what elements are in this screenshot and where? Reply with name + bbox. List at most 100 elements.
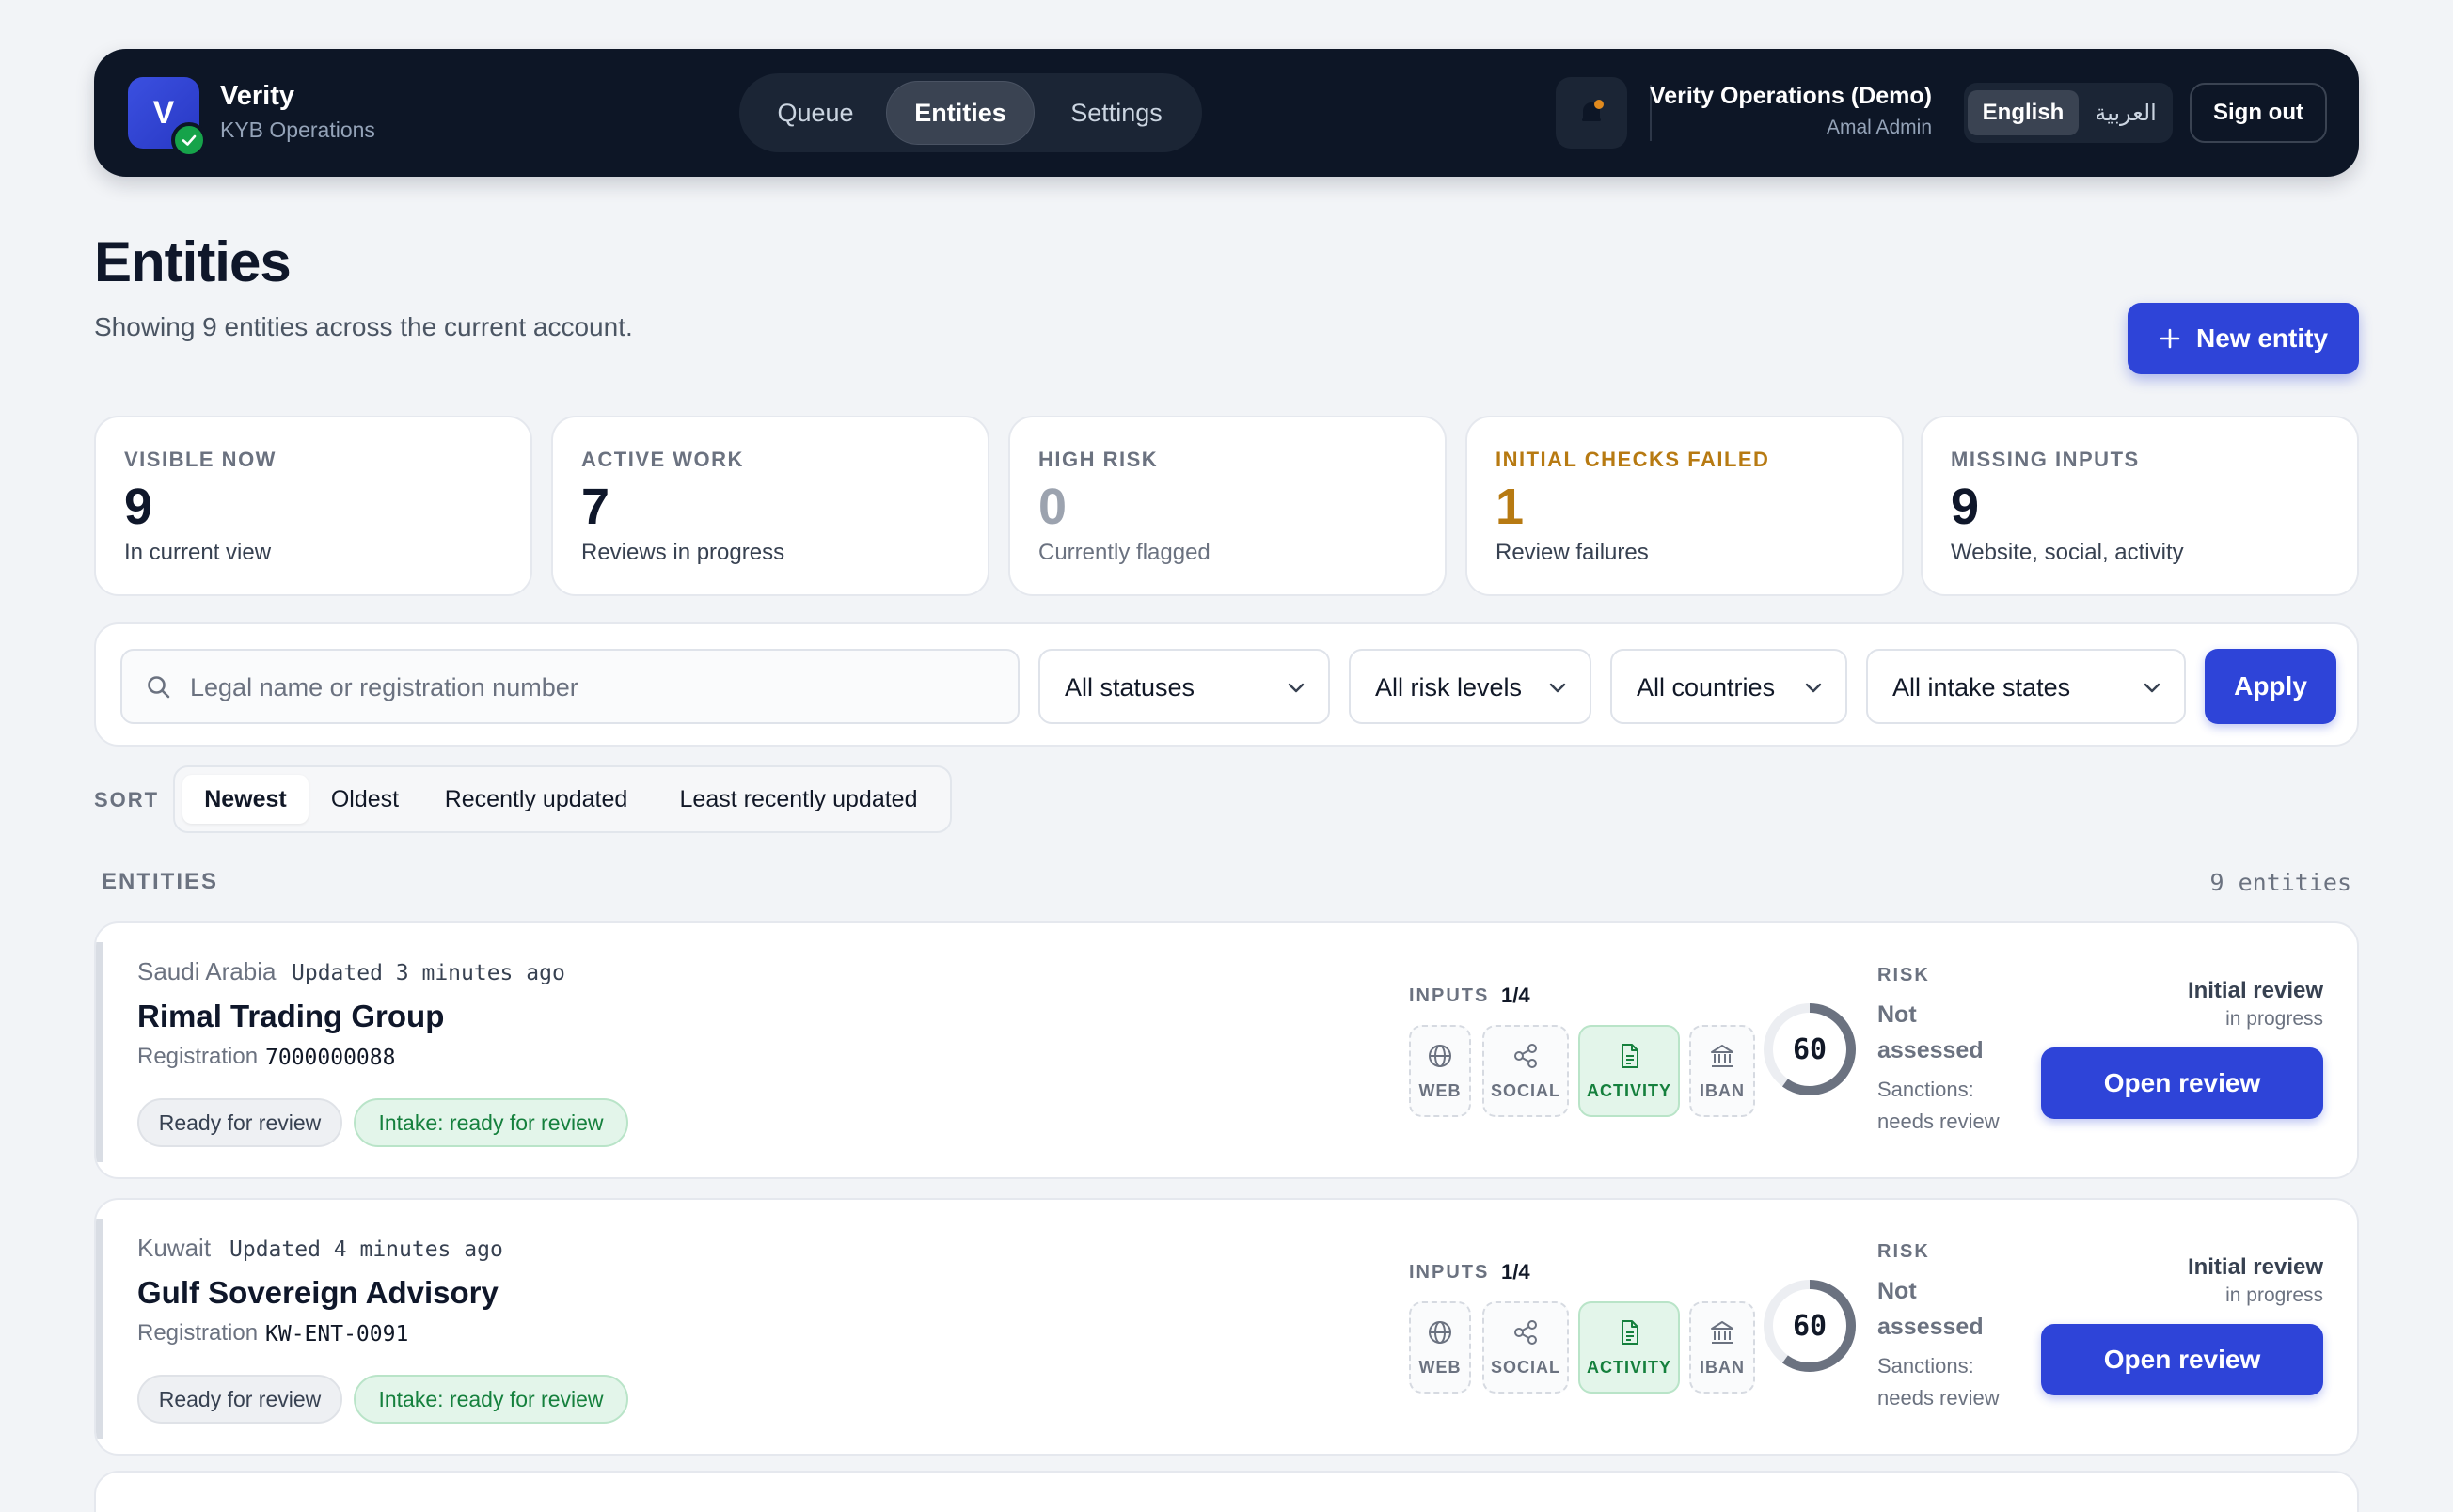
review-stage: Initial review <box>2187 978 2323 1003</box>
entity-card[interactable]: Saudi Arabia Updated 3 minutes ago Rimal… <box>94 921 2359 1179</box>
filter-bar: Legal name or registration number All st… <box>94 622 2359 747</box>
inputs-label: INPUTS <box>1409 1262 1490 1283</box>
sort-recently-updated[interactable]: Recently updated <box>421 775 651 824</box>
language-switcher: English العربية <box>1964 83 2173 143</box>
card-accent <box>96 942 103 1162</box>
bell-icon <box>1582 100 1604 121</box>
new-entity-button[interactable]: New entity <box>2128 303 2359 374</box>
verified-check-icon <box>171 122 207 158</box>
tab-queue[interactable]: Queue <box>747 81 884 145</box>
sanctions-status: Sanctions: needs review <box>1877 1078 2000 1133</box>
chip-label: SOCIAL <box>1490 1358 1560 1377</box>
brand-subtitle: KYB Operations <box>220 118 375 142</box>
stat-label: ACTIVE WORK <box>581 448 744 471</box>
brand-initial: V <box>152 94 175 131</box>
bank-icon <box>1711 1321 1733 1344</box>
sort-least-recently-updated[interactable]: Least recently updated <box>655 775 942 824</box>
chevron-down-icon <box>1805 683 1822 693</box>
stat-missing-inputs: MISSING INPUTS 9 Website, social, activi… <box>1921 416 2359 596</box>
chevron-down-icon <box>1549 683 1566 693</box>
sort-oldest[interactable]: Oldest <box>312 775 418 824</box>
new-entity-label: New entity <box>2195 323 2329 353</box>
stat-desc: Website, social, activity <box>1951 540 2184 565</box>
globe-icon <box>1429 1045 1451 1067</box>
score-value: 60 <box>1792 1309 1828 1343</box>
stat-high-risk: HIGH RISK 0 Currently flagged <box>1008 416 1447 596</box>
sign-out-button[interactable]: Sign out <box>2190 83 2327 143</box>
entity-card[interactable] <box>94 1471 2359 1512</box>
intake-select[interactable]: All intake states <box>1866 649 2186 724</box>
chip-label: ACTIVITY <box>1586 1081 1671 1100</box>
lang-arabic[interactable]: العربية <box>2082 90 2169 135</box>
stat-value: 9 <box>1951 479 1980 535</box>
organization-name: Verity Operations (Demo) <box>1649 83 1932 109</box>
chip-label: ACTIVITY <box>1586 1358 1671 1377</box>
stat-desc: Currently flagged <box>1038 540 1211 565</box>
stat-value: 1 <box>1496 479 1525 535</box>
intake-select-value: All intake states <box>1892 673 2071 701</box>
intake-badge: Intake: ready for review <box>354 1375 628 1424</box>
inputs-count: 1/4 <box>1501 984 1530 1007</box>
tab-entities[interactable]: Entities <box>886 81 1035 145</box>
globe-icon <box>1429 1321 1451 1344</box>
stat-visible-now: VISIBLE NOW 9 In current view <box>94 416 532 596</box>
notification-button[interactable] <box>1556 77 1627 149</box>
stat-label: MISSING INPUTS <box>1951 448 2140 471</box>
country-select-value: All countries <box>1637 673 1776 701</box>
chevron-down-icon <box>2144 683 2160 693</box>
review-stage-sub: in progress <box>2225 1008 2323 1030</box>
registration-value: KW-ENT-0091 <box>265 1322 409 1347</box>
input-chip-web: WEB <box>1409 1301 1471 1394</box>
tab-settings[interactable]: Settings <box>1038 81 1195 145</box>
lang-english[interactable]: English <box>1968 90 2079 135</box>
registration-value: 7000000088 <box>265 1046 396 1070</box>
page-subtitle: Showing 9 entities across the current ac… <box>94 312 633 341</box>
registration-label: Registration <box>137 1320 259 1346</box>
sort-label: SORT <box>94 788 160 811</box>
document-icon <box>1622 1044 1638 1068</box>
stat-desc: Reviews in progress <box>581 540 785 565</box>
chip-label: WEB <box>1418 1081 1462 1100</box>
open-review-button[interactable]: Open review <box>2041 1324 2323 1395</box>
input-chip-social: SOCIAL <box>1482 1301 1569 1394</box>
sort-newest[interactable]: Newest <box>182 775 309 824</box>
status-select[interactable]: All statuses <box>1038 649 1330 724</box>
input-chip-activity: ACTIVITY <box>1578 1301 1680 1394</box>
sort-options: Newest Oldest Recently updated Least rec… <box>173 765 952 833</box>
input-chip-web: WEB <box>1409 1025 1471 1117</box>
stat-active-work: ACTIVE WORK 7 Reviews in progress <box>551 416 989 596</box>
stat-value: 0 <box>1038 479 1068 535</box>
entity-country: Kuwait <box>137 1234 212 1262</box>
share-icon <box>1514 1320 1537 1345</box>
entity-card[interactable]: Kuwait Updated 4 minutes ago Gulf Sovere… <box>94 1198 2359 1456</box>
risk-label: RISK <box>1877 965 1930 985</box>
score-value: 60 <box>1792 1032 1828 1066</box>
review-stage: Initial review <box>2187 1254 2323 1280</box>
entity-name[interactable]: Rimal Trading Group <box>137 999 444 1034</box>
search-input[interactable]: Legal name or registration number <box>120 649 1020 724</box>
risk-value: Not assessed <box>1877 1278 1984 1340</box>
entity-updated: Updated 3 minutes ago <box>292 961 565 985</box>
input-chip-iban: IBAN <box>1689 1025 1755 1117</box>
chip-label: IBAN <box>1700 1081 1745 1100</box>
document-icon <box>1622 1320 1638 1345</box>
share-icon <box>1514 1044 1537 1068</box>
user-name: Amal Admin <box>1826 117 1932 138</box>
country-select[interactable]: All countries <box>1610 649 1847 724</box>
page-title: Entities <box>94 230 292 293</box>
registration-label: Registration <box>137 1044 259 1069</box>
risk-label: RISK <box>1877 1241 1930 1262</box>
status-select-value: All statuses <box>1065 673 1195 701</box>
chip-label: WEB <box>1418 1358 1462 1377</box>
open-review-button[interactable]: Open review <box>2041 1047 2323 1119</box>
chip-label: SOCIAL <box>1490 1081 1560 1100</box>
plus-icon <box>2160 328 2180 349</box>
entity-name[interactable]: Gulf Sovereign Advisory <box>137 1275 499 1311</box>
apply-button[interactable]: Apply <box>2205 649 2336 724</box>
risk-select[interactable]: All risk levels <box>1349 649 1591 724</box>
status-badge: Ready for review <box>137 1098 342 1147</box>
stat-desc: Review failures <box>1496 540 1649 565</box>
brand-name: Verity <box>220 81 294 111</box>
stat-label: HIGH RISK <box>1038 448 1159 471</box>
stat-label: INITIAL CHECKS FAILED <box>1496 448 1770 471</box>
